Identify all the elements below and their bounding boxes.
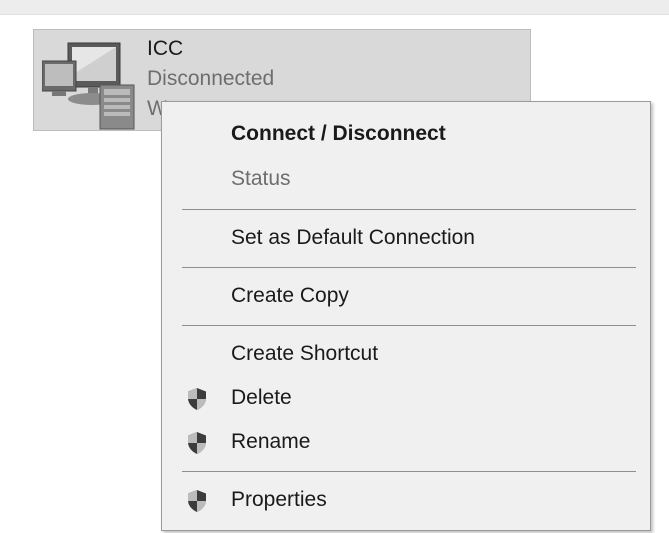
menu-separator <box>182 267 636 268</box>
menu-item-label: Set as Default Connection <box>231 226 475 249</box>
menu-item-delete[interactable]: Delete <box>163 379 649 417</box>
menu-separator <box>182 471 636 472</box>
menu-item-label: Connect / Disconnect <box>231 122 446 145</box>
menu-item-rename[interactable]: Rename <box>163 423 649 461</box>
menu-separator <box>182 209 636 210</box>
menu-separator <box>182 325 636 326</box>
window-top-strip <box>0 0 669 15</box>
menu-item-label: Properties <box>231 488 327 511</box>
uac-shield-icon <box>188 490 206 512</box>
menu-item-status: Status <box>163 160 649 198</box>
context-menu: Connect / Disconnect Status Set as Defau… <box>161 101 651 531</box>
connection-status: Disconnected <box>147 67 275 90</box>
computer-icon <box>42 42 135 130</box>
menu-item-label: Delete <box>231 386 292 409</box>
uac-shield-icon <box>188 432 206 454</box>
menu-item-label: Create Copy <box>231 284 349 307</box>
menu-item-label: Create Shortcut <box>231 342 379 365</box>
menu-item-set-default-connection[interactable]: Set as Default Connection <box>163 219 649 257</box>
menu-item-connect-disconnect[interactable]: Connect / Disconnect <box>163 115 649 153</box>
menu-item-create-copy[interactable]: Create Copy <box>163 277 649 315</box>
connection-name: ICC <box>147 37 184 60</box>
menu-item-properties[interactable]: Properties <box>163 481 649 519</box>
menu-item-create-shortcut[interactable]: Create Shortcut <box>163 335 649 373</box>
menu-item-label: Status <box>231 167 291 190</box>
uac-shield-icon <box>188 388 206 410</box>
menu-item-label: Rename <box>231 430 311 453</box>
